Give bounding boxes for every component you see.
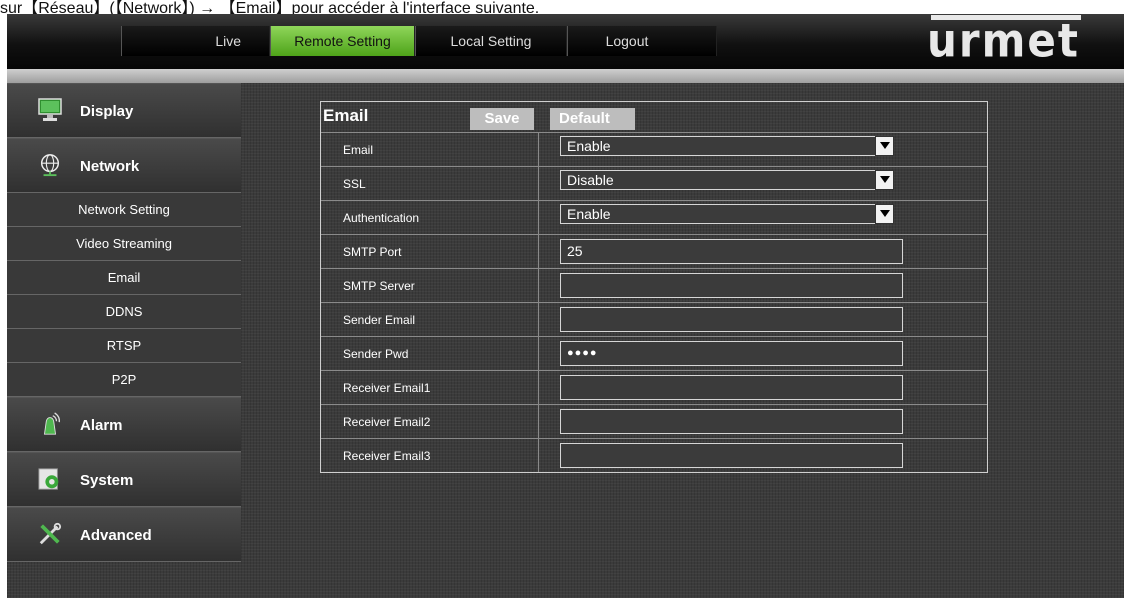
row-divider xyxy=(538,337,539,370)
sidebar-item-label: Alarm xyxy=(80,417,123,434)
sender-email-row: Sender Email xyxy=(321,302,987,336)
smtp-port-label: SMTP Port xyxy=(343,245,402,259)
email-row: Email Enable xyxy=(321,132,987,166)
panel-header: Email Save Default xyxy=(321,102,987,130)
sender-pwd-row: Sender Pwd ●●●● xyxy=(321,336,987,370)
urmet-logo: urmet xyxy=(927,13,1080,68)
smtp-server-label: SMTP Server xyxy=(343,279,415,293)
receiver-email2-input[interactable] xyxy=(560,409,903,434)
receiver-email2-label: Receiver Email2 xyxy=(343,415,431,429)
sidebar-item-display[interactable]: Display xyxy=(7,83,241,138)
receiver-email3-label: Receiver Email3 xyxy=(343,449,431,463)
row-divider xyxy=(538,269,539,302)
row-divider xyxy=(538,167,539,200)
smtp-port-row: SMTP Port 25 xyxy=(321,234,987,268)
sidebar-item-rtsp[interactable]: RTSP xyxy=(7,329,241,363)
sender-pwd-input[interactable]: ●●●● xyxy=(560,341,903,366)
receiver-email3-input[interactable] xyxy=(560,443,903,468)
authentication-row: Authentication Enable xyxy=(321,200,987,234)
email-select[interactable]: Enable xyxy=(560,136,894,156)
sidebar-item-system[interactable]: System xyxy=(7,452,241,507)
sender-pwd-label: Sender Pwd xyxy=(343,347,409,361)
ssl-label: SSL xyxy=(343,177,366,191)
sidebar-item-ddns[interactable]: DDNS xyxy=(7,295,241,329)
top-navigation-bar: Live Remote Setting Local Setting Logout… xyxy=(7,14,1124,69)
receiver-email1-input[interactable] xyxy=(560,375,903,400)
sender-email-label: Sender Email xyxy=(343,313,416,327)
chevron-down-icon[interactable] xyxy=(875,136,894,156)
ssl-select[interactable]: Disable xyxy=(560,170,894,190)
sidebar-item-label: Advanced xyxy=(80,527,152,544)
tools-icon xyxy=(39,522,62,545)
smtp-server-row: SMTP Server xyxy=(321,268,987,302)
email-settings-panel: Email Save Default Email Enable SSL Disa… xyxy=(320,101,988,473)
authentication-select[interactable]: Enable xyxy=(560,204,894,224)
smtp-port-input[interactable]: 25 xyxy=(560,239,903,264)
main-content-area: Display Network Network Setting Video St… xyxy=(7,83,1124,598)
sidebar-item-alarm[interactable]: Alarm xyxy=(7,397,241,452)
system-gear-icon xyxy=(38,468,59,490)
monitor-icon xyxy=(38,98,62,121)
row-divider xyxy=(538,133,539,166)
sidebar-item-email[interactable]: Email xyxy=(7,261,241,295)
receiver-email1-row: Receiver Email1 xyxy=(321,370,987,404)
tab-remote-setting[interactable]: Remote Setting xyxy=(270,26,415,56)
authentication-label: Authentication xyxy=(343,211,420,225)
tab-live[interactable]: Live xyxy=(121,26,270,56)
tab-local-setting[interactable]: Local Setting xyxy=(415,26,567,56)
authentication-select-value: Enable xyxy=(567,206,611,222)
sidebar-item-network-setting[interactable]: Network Setting xyxy=(7,193,241,227)
receiver-email1-label: Receiver Email1 xyxy=(343,381,431,395)
row-divider xyxy=(538,405,539,438)
row-divider xyxy=(538,235,539,268)
instruction-caption: sur【Réseau】(【Network】) → 【Email】pour acc… xyxy=(0,0,540,17)
smtp-server-input[interactable] xyxy=(560,273,903,298)
sidebar-item-advanced[interactable]: Advanced xyxy=(7,507,241,562)
ssl-select-value: Disable xyxy=(567,172,614,188)
alarm-icon xyxy=(43,412,61,435)
email-label: Email xyxy=(343,143,374,157)
default-button[interactable]: Default xyxy=(550,108,635,130)
save-button[interactable]: Save xyxy=(470,108,534,130)
sidebar-item-label: System xyxy=(80,472,134,489)
row-divider xyxy=(538,201,539,234)
sender-email-input[interactable] xyxy=(560,307,903,332)
row-divider xyxy=(538,303,539,336)
tab-logout[interactable]: Logout xyxy=(567,26,717,56)
ssl-row: SSL Disable xyxy=(321,166,987,200)
receiver-email3-row: Receiver Email3 xyxy=(321,438,987,472)
row-divider xyxy=(538,439,539,472)
sidebar-item-label: Network xyxy=(80,158,140,175)
sidebar-item-video-streaming[interactable]: Video Streaming xyxy=(7,227,241,261)
sidebar-item-network[interactable]: Network xyxy=(7,138,241,193)
row-divider xyxy=(538,371,539,404)
chevron-down-icon[interactable] xyxy=(875,204,894,224)
globe-icon xyxy=(40,154,60,177)
chevron-down-icon[interactable] xyxy=(875,170,894,190)
sidebar: Display Network Network Setting Video St… xyxy=(7,83,241,562)
sidebar-item-p2p[interactable]: P2P xyxy=(7,363,241,397)
header-divider-strip xyxy=(7,69,1124,83)
receiver-email2-row: Receiver Email2 xyxy=(321,404,987,438)
panel-title: Email xyxy=(323,106,369,125)
sidebar-item-label: Display xyxy=(80,103,134,120)
email-select-value: Enable xyxy=(567,138,611,154)
